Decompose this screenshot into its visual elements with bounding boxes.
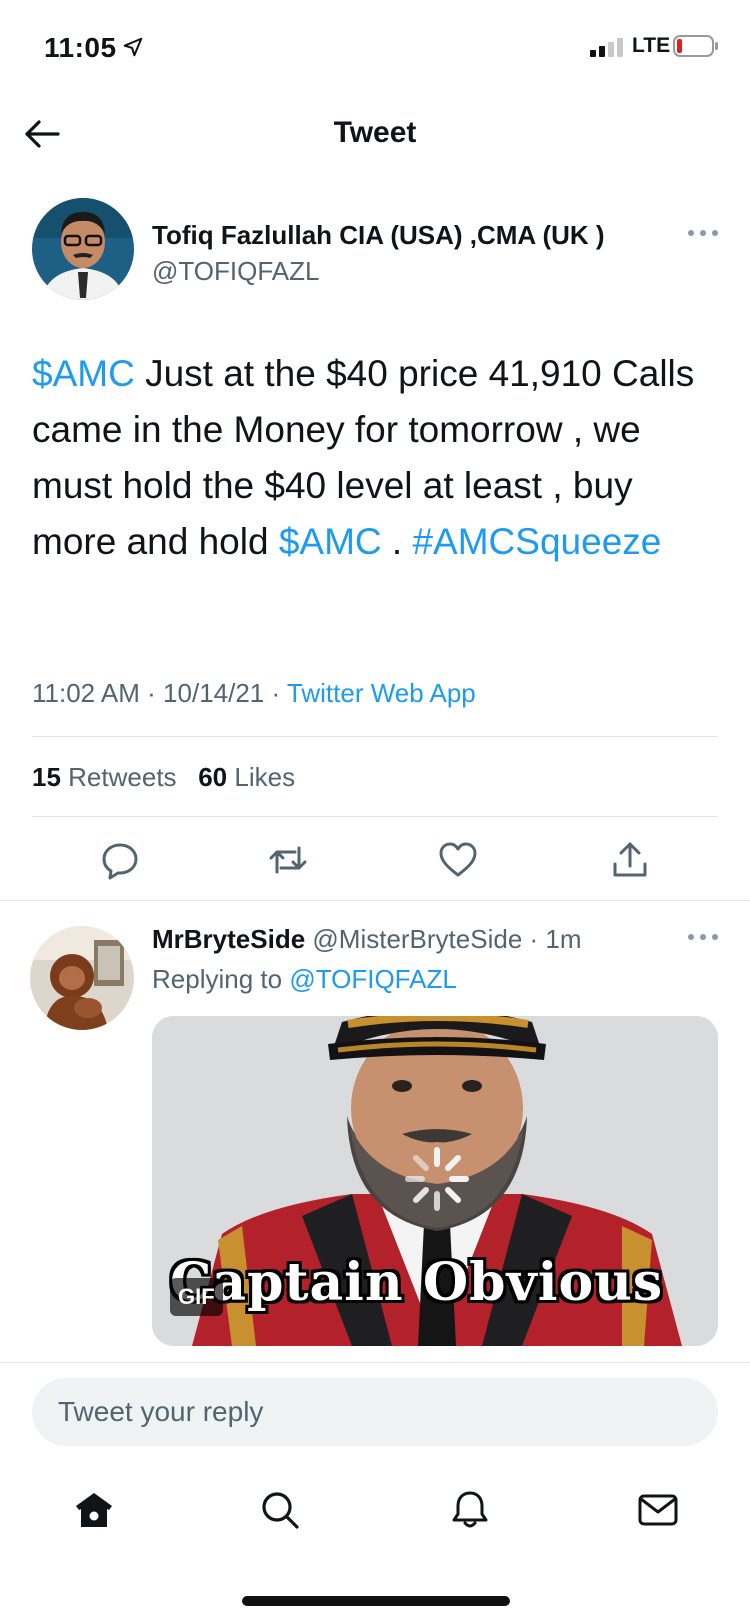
- like-button[interactable]: [432, 834, 484, 886]
- more-options-icon[interactable]: [686, 226, 720, 240]
- reply-icon: [102, 843, 138, 880]
- author-handle[interactable]: @TOFIQFAZL: [152, 256, 320, 287]
- share-icon: [613, 842, 647, 877]
- tweet-meta: 11:02 AM · 10/14/21 · Twitter Web App: [32, 678, 476, 708]
- status-time: 11:05: [44, 32, 117, 63]
- battery-low-icon: [673, 35, 718, 57]
- tweet-date: 10/14/21: [163, 678, 265, 708]
- retweet-icon: [269, 846, 307, 874]
- replying-to-link[interactable]: @TOFIQFAZL: [289, 964, 457, 994]
- home-icon: [76, 1493, 112, 1527]
- tab-search[interactable]: [250, 1480, 310, 1540]
- tweet-source-link[interactable]: Twitter Web App: [287, 678, 476, 708]
- divider: [32, 816, 718, 817]
- search-icon: [262, 1492, 299, 1529]
- share-button[interactable]: [604, 834, 656, 886]
- reply-time: 1m: [545, 924, 582, 954]
- tweet-text: $AMC Just at the $40 price 41,910 Calls …: [32, 346, 722, 570]
- mail-icon: [638, 1494, 678, 1526]
- divider: [0, 900, 750, 901]
- replying-label: Replying to: [152, 964, 283, 994]
- home-indicator: [242, 1596, 510, 1606]
- loading-spinner-icon: [405, 1147, 469, 1211]
- divider: [32, 736, 718, 737]
- signal-icon: [590, 38, 623, 57]
- more-options-icon[interactable]: [686, 930, 720, 944]
- cashtag-link[interactable]: $AMC: [32, 353, 135, 394]
- hashtag-link[interactable]: #AMCSqueeze: [412, 521, 661, 562]
- likes-label[interactable]: Likes: [234, 762, 295, 792]
- author-avatar[interactable]: [32, 198, 134, 300]
- gif-caption: Captain Obvious: [170, 1252, 664, 1313]
- tweet-time: 11:02 AM: [32, 678, 140, 708]
- page-title: Tweet: [333, 116, 417, 149]
- reply-author-avatar[interactable]: [30, 926, 134, 1030]
- gif-media[interactable]: Captain Obvious GIF: [152, 1016, 718, 1346]
- location-arrow-icon: [123, 37, 143, 57]
- replying-to: Replying to @TOFIQFAZL: [152, 964, 457, 995]
- reply-input-placeholder: Tweet your reply: [58, 1396, 264, 1427]
- reply-button[interactable]: [94, 834, 146, 886]
- tweet-text-sep: .: [381, 521, 413, 562]
- reply-author-handle[interactable]: @MisterBryteSide: [312, 924, 522, 954]
- retweet-button[interactable]: [262, 834, 314, 886]
- divider: [0, 1362, 750, 1363]
- bell-icon: [452, 1491, 488, 1528]
- reply-author-name[interactable]: MrBryteSide: [152, 924, 305, 954]
- gif-badge: GIF: [170, 1278, 223, 1316]
- author-name[interactable]: Tofiq Fazlullah CIA (USA) ,CMA (UK ): [152, 220, 605, 251]
- tweet-stats: 15 Retweets 60 Likes: [32, 762, 295, 793]
- tab-notifications[interactable]: [440, 1480, 500, 1540]
- retweets-label[interactable]: Retweets: [68, 762, 176, 792]
- heart-icon: [439, 842, 477, 877]
- likes-count[interactable]: 60: [198, 762, 227, 792]
- tab-home[interactable]: [64, 1480, 124, 1540]
- cashtag-link[interactable]: $AMC: [279, 521, 382, 562]
- reply-input[interactable]: Tweet your reply: [32, 1378, 718, 1446]
- network-label: LTE: [632, 34, 671, 57]
- reply-header: MrBryteSide @MisterBryteSide · 1m: [152, 924, 582, 954]
- retweets-count[interactable]: 15: [32, 762, 61, 792]
- tab-messages[interactable]: [628, 1480, 688, 1540]
